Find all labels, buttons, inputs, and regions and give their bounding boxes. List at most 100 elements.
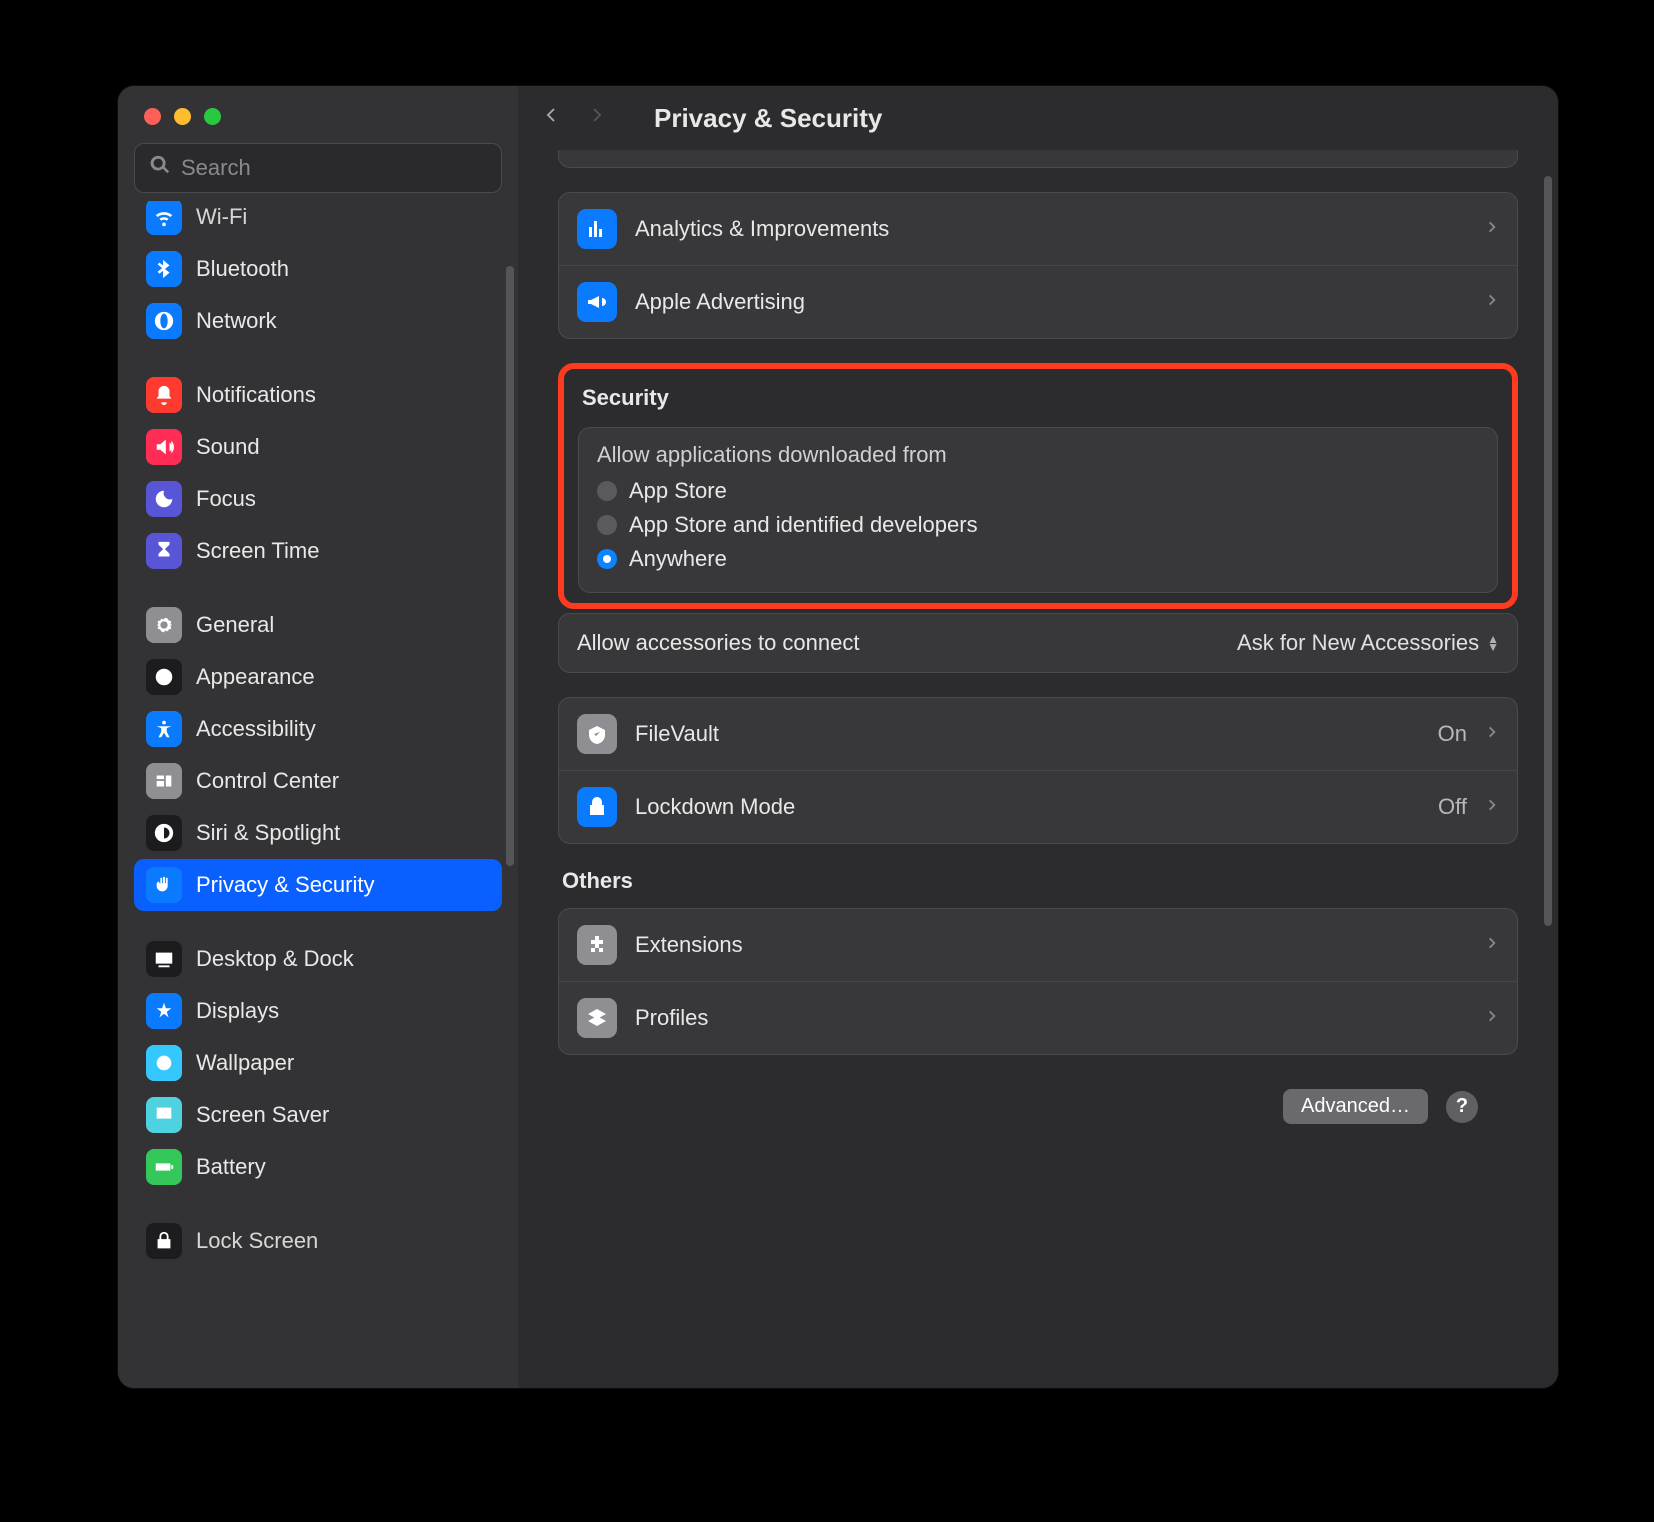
sidebar-item-notifications[interactable]: Notifications (134, 369, 502, 421)
network-icon (146, 303, 182, 339)
sidebar-item-appearance[interactable]: Appearance (134, 651, 502, 703)
search-input[interactable] (181, 155, 487, 181)
row-apple-advertising[interactable]: Apple Advertising (559, 266, 1517, 338)
dock-icon (146, 941, 182, 977)
radio-button[interactable] (597, 515, 617, 535)
search-field[interactable] (134, 143, 502, 193)
security-highlight: Security Allow applications downloaded f… (558, 363, 1518, 609)
radio-app-store[interactable]: App Store (597, 474, 1479, 508)
chevron-right-icon (1485, 1003, 1499, 1034)
wallpaper-icon (146, 1045, 182, 1081)
sidebar-item-siri-spotlight[interactable]: Siri & Spotlight (134, 807, 502, 859)
row-value: On (1438, 721, 1467, 747)
back-button[interactable] (542, 102, 560, 134)
sidebar-item-network[interactable]: Network (134, 295, 502, 347)
sidebar-item-accessibility[interactable]: Accessibility (134, 703, 502, 755)
lock-icon (146, 1223, 182, 1259)
focus-icon (146, 481, 182, 517)
sidebar-item-sound[interactable]: Sound (134, 421, 502, 473)
panel-cutoff (558, 150, 1518, 168)
advanced-button[interactable]: Advanced… (1283, 1089, 1428, 1124)
sidebar-item-displays[interactable]: Displays (134, 985, 502, 1037)
sidebar-item-label: Desktop & Dock (196, 946, 354, 972)
accessories-row: Allow accessories to connect Ask for New… (558, 613, 1518, 673)
sidebar-item-label: Appearance (196, 664, 315, 690)
sidebar-item-desktop-dock[interactable]: Desktop & Dock (134, 933, 502, 985)
sidebar-item-label: Wallpaper (196, 1050, 294, 1076)
chevron-right-icon (1485, 214, 1499, 245)
row-analytics-improvements[interactable]: Analytics & Improvements (559, 193, 1517, 266)
row-lockdown-mode[interactable]: Lockdown ModeOff (559, 771, 1517, 843)
sidebar-list[interactable]: Wi-FiBluetoothNetwork Notifications Sound F… (118, 201, 518, 1388)
sidebar-item-privacy-security[interactable]: Privacy & Security (134, 859, 502, 911)
extensions-icon (577, 925, 617, 965)
screensaver-icon (146, 1097, 182, 1133)
row-profiles[interactable]: Profiles (559, 982, 1517, 1054)
security-allow-panel: Allow applications downloaded from App S… (578, 427, 1498, 593)
displays-icon (146, 993, 182, 1029)
sidebar-item-wallpaper[interactable]: Wallpaper (134, 1037, 502, 1089)
sidebar-item-label: Battery (196, 1154, 266, 1180)
chevron-right-icon (1485, 719, 1499, 750)
radio-app-store-and-identified-developers[interactable]: App Store and identified developers (597, 508, 1479, 542)
wifi-icon (146, 201, 182, 235)
row-extensions[interactable]: Extensions (559, 909, 1517, 982)
hourglass-icon (146, 533, 182, 569)
sidebar-item-label: Accessibility (196, 716, 316, 742)
sidebar-item-label: Notifications (196, 382, 316, 408)
close-window-button[interactable] (144, 108, 161, 125)
sound-icon (146, 429, 182, 465)
filevault-icon (577, 714, 617, 754)
row-value: Off (1438, 794, 1467, 820)
radio-button[interactable] (597, 481, 617, 501)
sidebar-item-control-center[interactable]: Control Center (134, 755, 502, 807)
main-scrollbar[interactable] (1544, 176, 1552, 926)
content-area[interactable]: Analytics & Improvements Apple Advertisin… (518, 150, 1558, 1388)
analytics-icon (577, 209, 617, 249)
radio-label: Anywhere (629, 546, 727, 572)
accessories-select[interactable]: Ask for New Accessories ▲▼ (1237, 630, 1499, 656)
sidebar-item-general[interactable]: General (134, 599, 502, 651)
chevron-right-icon (1485, 930, 1499, 961)
sidebar-item-label: Control Center (196, 768, 339, 794)
others-section-title: Others (558, 868, 1518, 898)
sidebar-scrollbar[interactable] (506, 266, 514, 866)
sidebar-item-label: Privacy & Security (196, 872, 375, 898)
radio-label: App Store and identified developers (629, 512, 978, 538)
radio-anywhere[interactable]: Anywhere (597, 542, 1479, 576)
hand-icon (146, 867, 182, 903)
page-title: Privacy & Security (654, 103, 882, 134)
radio-button[interactable] (597, 549, 617, 569)
row-label: Analytics & Improvements (635, 216, 1467, 242)
lockdown-icon (577, 787, 617, 827)
sidebar-item-label: General (196, 612, 274, 638)
bluetooth-icon (146, 251, 182, 287)
allow-apps-label: Allow applications downloaded from (597, 442, 1479, 468)
footer: Advanced… ? (558, 1079, 1518, 1154)
megaphone-icon (577, 282, 617, 322)
others-panel: Extensions Profiles (558, 908, 1518, 1055)
sidebar-item-focus[interactable]: Focus (134, 473, 502, 525)
sidebar-item-label: Displays (196, 998, 279, 1024)
updown-icon: ▲▼ (1487, 635, 1499, 651)
sidebar-item-bluetooth[interactable]: Bluetooth (134, 243, 502, 295)
sidebar-item-battery[interactable]: Battery (134, 1141, 502, 1193)
profiles-icon (577, 998, 617, 1038)
minimize-window-button[interactable] (174, 108, 191, 125)
row-filevault[interactable]: FileVaultOn (559, 698, 1517, 771)
siri-icon (146, 815, 182, 851)
sidebar-item-label: Focus (196, 486, 256, 512)
sidebar-item-lock-screen[interactable]: Lock Screen (134, 1215, 502, 1267)
chevron-right-icon (1485, 287, 1499, 318)
accessibility-icon (146, 711, 182, 747)
battery-icon (146, 1149, 182, 1185)
sidebar-item-screen-saver[interactable]: Screen Saver (134, 1089, 502, 1141)
chevron-right-icon (1485, 792, 1499, 823)
forward-button[interactable] (588, 102, 606, 134)
sidebar-item-wi-fi[interactable]: Wi-Fi (134, 201, 502, 243)
row-label: Profiles (635, 1005, 1467, 1031)
help-button[interactable]: ? (1446, 1091, 1478, 1123)
search-icon (149, 154, 171, 182)
sidebar-item-screen-time[interactable]: Screen Time (134, 525, 502, 577)
fullscreen-window-button[interactable] (204, 108, 221, 125)
